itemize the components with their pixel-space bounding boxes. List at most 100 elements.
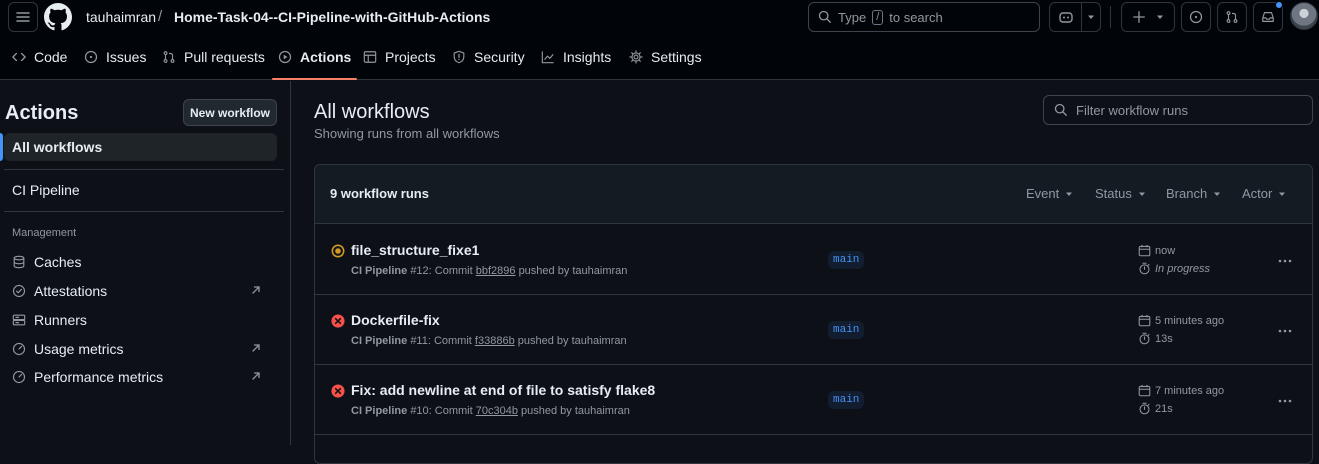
in-progress-icon [331,244,345,258]
triangle-down-icon [1214,192,1221,196]
table-icon [363,51,377,63]
branch-label[interactable]: main [828,251,865,269]
issues-button[interactable] [1181,2,1211,32]
run-duration: In progress [1138,262,1210,275]
run-time: now [1138,244,1175,257]
external-link-icon [252,286,260,294]
menu-button[interactable] [8,2,38,32]
tab-pull-requests[interactable]: Pull requests [162,34,265,80]
branch-label[interactable]: main [828,321,865,339]
calendar-icon [1138,244,1151,257]
tab-actions[interactable]: Actions [271,34,358,80]
run-pusher: pushed by tauhaimran [517,335,627,347]
github-logo-icon[interactable] [44,3,72,31]
copilot-icon [1058,12,1073,23]
breadcrumb-separator: / [158,8,163,25]
notification-dot [1275,1,1283,9]
run-pusher: pushed by tauhaimran [521,405,630,417]
tab-label: Settings [651,49,702,65]
meter-icon [12,342,26,356]
stopwatch-icon [1139,262,1150,275]
header-divider [1110,6,1111,28]
code-icon [12,52,26,62]
search-input[interactable]: Type / to search [808,2,1040,32]
run-title[interactable]: Dockerfile-fix [351,312,440,328]
kebab-horizontal-icon[interactable] [1277,253,1293,269]
search-placeholder-suffix: to search [889,9,943,25]
commit-sha-link[interactable]: bbf2896 [476,265,516,277]
sidebar-item-ci-pipeline[interactable]: CI Pipeline [4,176,277,204]
run-time-text: now [1155,244,1176,257]
sidebar-item-attestations[interactable]: Attestations [4,277,277,305]
workflow-run-row[interactable]: Dockerfile-fix CI Pipeline #11: Commit f… [315,295,1312,365]
tab-insights[interactable]: Insights [541,34,611,80]
triangle-down-icon [1279,192,1286,196]
filter-runs-input[interactable]: Filter workflow runs [1043,95,1313,125]
tab-projects[interactable]: Projects [363,34,436,80]
user-avatar[interactable] [1290,2,1318,30]
run-duration: 13s [1138,332,1173,345]
status-filter[interactable]: Status [1095,186,1146,201]
sidebar-item-runners[interactable]: Runners [4,306,277,334]
filter-label: Status [1095,186,1132,201]
commit-sha-link[interactable]: f33886b [475,335,515,347]
run-duration: 21s [1138,402,1173,415]
run-time-text: 5 minutes ago [1155,314,1225,327]
sidebar-item-all-workflows[interactable]: All workflows [4,133,277,161]
commit-sha-link[interactable]: 70c304b [476,405,518,417]
workflow-name: CI Pipeline [351,405,408,417]
sidebar-item-performance-metrics[interactable]: Performance metrics [4,363,277,391]
filter-label: Branch [1166,186,1208,201]
sidebar-title: Actions [5,102,79,124]
inbox-icon [1262,12,1274,22]
tab-issues[interactable]: Issues [84,34,146,80]
create-new-button[interactable] [1121,2,1175,32]
tab-label: Security [474,49,525,65]
workflow-name: CI Pipeline [351,335,408,347]
run-title[interactable]: Fix: add newline at end of file to satis… [351,382,655,398]
run-number: #10: Commit [410,405,473,417]
workflow-run-row[interactable]: Fix: add newline at end of file to satis… [315,365,1312,435]
copilot-menu-button[interactable] [1081,2,1101,32]
copilot-button[interactable] [1049,2,1082,32]
sidebar-item-usage-metrics[interactable]: Usage metrics [4,335,277,363]
kebab-horizontal-icon[interactable] [1277,393,1293,409]
actions-sidebar: Actions New workflow All workflows CI Pi… [0,81,291,445]
external-link-icon [252,344,260,352]
event-filter[interactable]: Event [1026,186,1073,201]
repo-owner-link[interactable]: tauhaimran [86,9,156,25]
tab-label: Issues [106,49,147,65]
branch-label[interactable]: main [828,391,865,409]
tab-label: Actions [300,49,352,65]
failure-x-icon [331,384,345,398]
run-number: #12: Commit [410,265,473,277]
filter-label: Event [1026,186,1060,201]
new-workflow-button[interactable]: New workflow [183,99,277,126]
actor-filter[interactable]: Actor [1242,186,1286,201]
run-pusher: pushed by tauhaimran [518,265,628,277]
triangle-down-icon [1066,192,1073,196]
page-subtitle: Showing runs from all workflows [314,126,500,141]
workflow-run-row[interactable]: file_structure_fixe1 CI Pipeline #12: Co… [315,225,1312,295]
filter-label: Actor [1242,186,1273,201]
sidebar-divider [4,169,284,170]
sidebar-item-caches[interactable]: Caches [4,248,277,276]
run-duration-text: 21s [1155,402,1173,415]
run-title[interactable]: file_structure_fixe1 [351,242,479,258]
tab-settings[interactable]: Settings [629,34,702,80]
play-icon [278,50,292,64]
sidebar-item-label: Performance metrics [34,369,164,385]
run-meta: CI Pipeline #12: Commit bbf2896 pushed b… [351,265,627,277]
branch-filter[interactable]: Branch [1166,186,1221,201]
triangle-down-icon [1157,15,1163,19]
global-header: tauhaimran / Home-Task-04--CI-Pipeline-w… [0,0,1319,34]
pull-requests-button[interactable] [1217,2,1247,32]
tab-code[interactable]: Code [12,34,67,80]
repo-name-link[interactable]: Home-Task-04--CI-Pipeline-with-GitHub-Ac… [174,9,490,25]
triangle-down-icon [1138,192,1145,196]
kebab-horizontal-icon[interactable] [1277,323,1293,339]
workflow-runs-panel: 9 workflow runs Event Status Branch Acto… [314,164,1313,464]
tab-security[interactable]: Security [452,34,525,80]
runs-count: 9 workflow runs [330,186,429,201]
run-meta: CI Pipeline #11: Commit f33886b pushed b… [351,335,627,347]
